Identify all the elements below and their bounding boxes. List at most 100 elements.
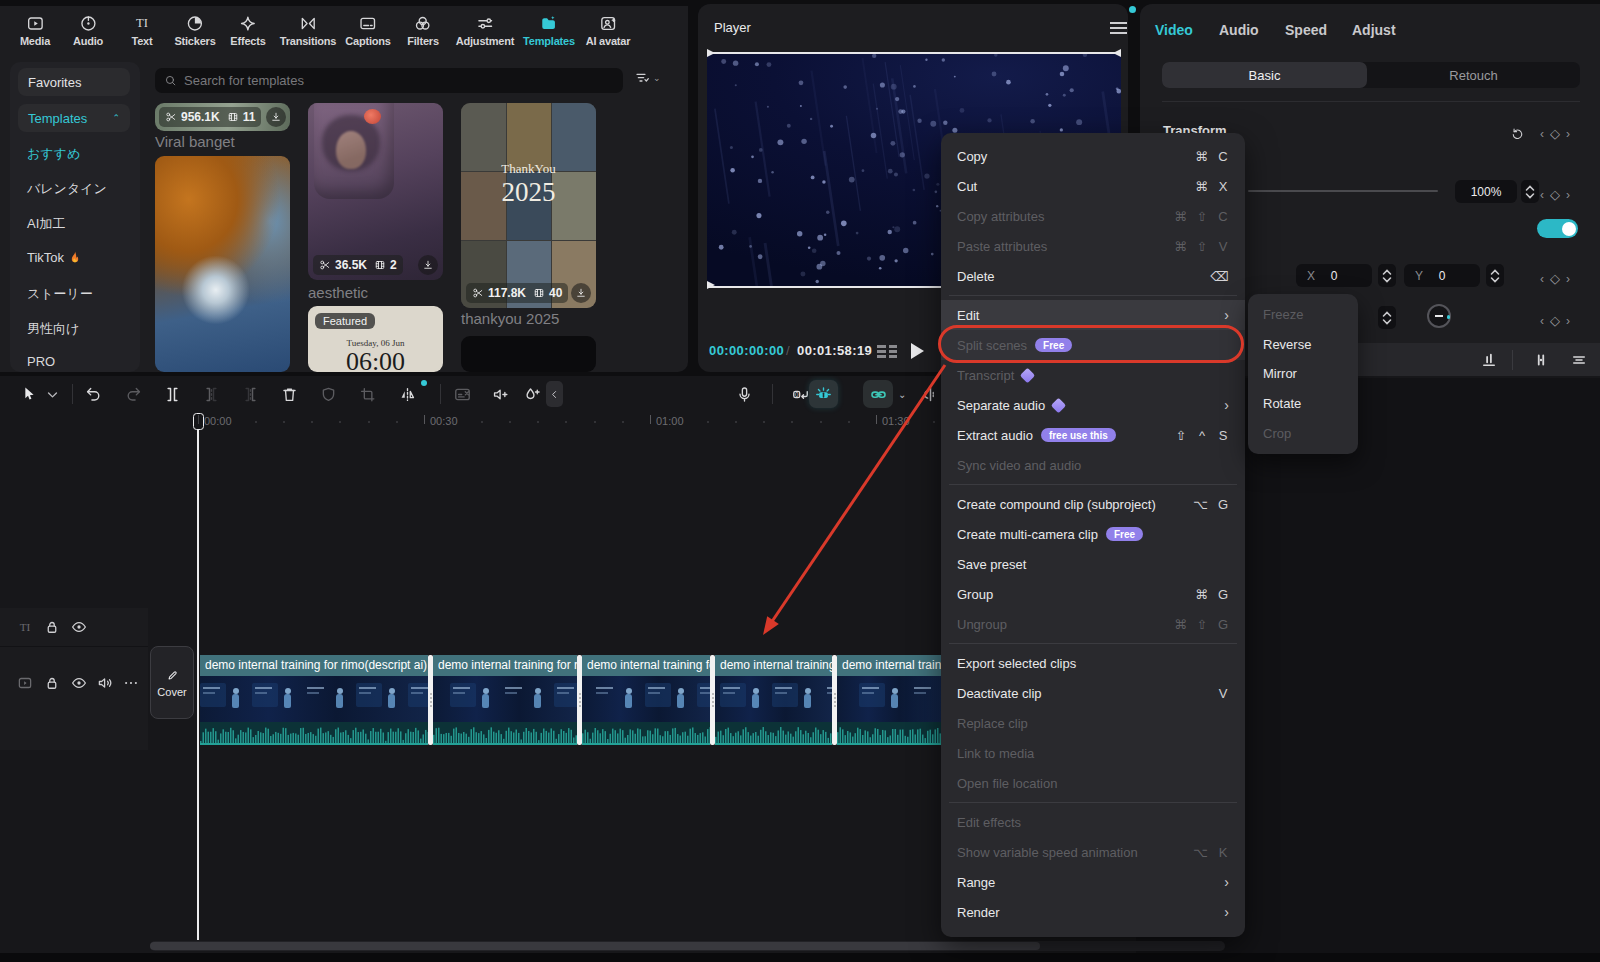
next-keyframe-icon[interactable]: › [1566,188,1570,202]
toolbar-item-effects[interactable]: Effects [230,14,265,47]
submenu-item-freeze[interactable]: Freeze [1248,300,1358,330]
stepper-control[interactable] [1378,306,1396,329]
filter-button[interactable]: ⌄ [634,70,661,86]
menu-item-edit-effects[interactable]: Edit effects [941,807,1245,837]
menu-item-replace-clip[interactable]: Replace clip [941,708,1245,738]
toolbar-item-stickers[interactable]: Stickers [174,14,215,47]
selection-handle[interactable] [707,49,715,57]
template-card-aesthetic[interactable]: 36.5K2 [308,103,443,280]
clip-settings-button[interactable] [917,381,943,407]
keyframe-nav[interactable]: ‹◇› [1540,313,1570,328]
toolbar-item-ai-avatar[interactable]: AI avatar [586,14,631,47]
menu-item-extract-audio[interactable]: Extract audiofree use this⇧^S [941,420,1245,450]
menu-item-cut[interactable]: Cut⌘X [941,171,1245,201]
template-card-viral-banget[interactable]: 956.1K11 [155,103,290,131]
collapse-toolbar-button[interactable] [546,381,563,407]
download-button[interactable] [418,255,438,275]
menu-item-save-preset[interactable]: Save preset [941,549,1245,579]
menu-item-open-file-location[interactable]: Open file location [941,768,1245,798]
prev-keyframe-icon[interactable]: ‹ [1540,272,1544,286]
submenu-item-rotate[interactable]: Rotate [1248,389,1358,419]
menu-item-group[interactable]: Group⌘G [941,579,1245,609]
next-keyframe-icon[interactable]: › [1566,127,1570,141]
video-track-visibility-icon[interactable] [70,674,88,692]
undo-button[interactable] [80,381,106,407]
auto-link-button[interactable] [863,380,893,408]
next-keyframe-icon[interactable]: › [1566,314,1570,328]
keyframe-diamond-icon[interactable]: ◇ [1550,187,1560,202]
menu-item-separate-audio[interactable]: Separate audio› [941,390,1245,420]
clip-trim-handle[interactable] [710,655,715,745]
menu-item-link-to-media[interactable]: Link to media [941,738,1245,768]
keyframe-diamond-icon[interactable]: ◇ [1550,313,1560,328]
keyframe-diamond-icon[interactable]: ◇ [1550,271,1560,286]
record-voiceover-button[interactable] [731,381,757,407]
stepper-up-icon[interactable] [1525,185,1535,192]
toolbar-item-text[interactable]: TIText [131,14,152,47]
mute-button[interactable] [315,381,341,407]
template-card-dark[interactable] [461,336,596,372]
redo-button[interactable] [120,381,146,407]
stepper-control[interactable] [1486,264,1504,287]
menu-item-range[interactable]: Range› [941,867,1245,897]
submenu-item-mirror[interactable]: Mirror [1248,359,1358,389]
menu-item-create-compound-clip-subproject-[interactable]: Create compound clip (subproject)⌥G [941,489,1245,519]
text-track-lock-icon[interactable] [43,618,61,636]
split-button[interactable] [159,381,185,407]
toolbar-item-adjustment[interactable]: Adjustment [456,14,515,47]
toolbar-item-audio[interactable]: Audio [73,14,103,47]
menu-item-render[interactable]: Render› [941,897,1245,927]
clip-trim-handle[interactable] [428,655,433,745]
stepper-up-icon[interactable] [1382,311,1392,318]
timeline-clip[interactable]: demo internal training for rimo(descript… [582,655,710,745]
keyframe-nav[interactable]: ‹◇› [1540,126,1570,141]
toolbar-item-transitions[interactable]: Transitions [280,14,336,47]
toolbar-item-media[interactable]: Media [20,14,50,47]
y-value-box[interactable]: Y0 [1404,264,1480,287]
sidebar-item-favorites[interactable]: Favorites [18,68,130,96]
playhead[interactable] [193,413,204,430]
selection-handle[interactable] [1113,49,1121,57]
add-audio-button[interactable] [487,381,513,407]
crop-button[interactable] [354,381,380,407]
menu-item-deactivate-clip[interactable]: Deactivate clipV [941,678,1245,708]
video-track-icon[interactable] [16,674,34,692]
tab-video[interactable]: Video [1155,22,1193,38]
timeline-clip[interactable]: demo internal training for rimo(descript… [837,655,941,745]
stepper-control[interactable] [1378,264,1396,287]
select-tool[interactable] [15,381,41,407]
rotation-knob[interactable] [1427,304,1451,328]
video-track-more-icon[interactable] [122,674,140,692]
split-keep-right-button[interactable] [237,381,263,407]
tab-speed[interactable]: Speed [1285,22,1327,38]
stepper-up-icon[interactable] [1490,269,1500,276]
menu-item-create-multi-camera-clip[interactable]: Create multi-camera clipFree [941,519,1245,549]
keyframe-nav[interactable]: ‹◇› [1540,271,1570,286]
stepper-control[interactable] [1521,180,1539,203]
x-value-box[interactable]: X0 [1296,264,1372,287]
submenu-item-crop[interactable]: Crop [1248,418,1358,448]
download-button[interactable] [266,107,286,127]
clip-trim-handle[interactable] [832,655,837,745]
submenu-item-reverse[interactable]: Reverse [1248,330,1358,360]
auto-captions-button[interactable] [449,381,475,407]
stepper-down-icon[interactable] [1382,318,1392,325]
align-bottom-icon[interactable] [1480,351,1498,369]
download-button[interactable] [571,283,591,303]
mirror-button[interactable] [394,381,420,407]
stepper-down-icon[interactable] [1490,276,1500,283]
prev-keyframe-icon[interactable]: ‹ [1540,188,1544,202]
prev-keyframe-icon[interactable]: ‹ [1540,127,1544,141]
magnetic-timeline-button[interactable] [809,380,838,408]
select-tool-chevron[interactable] [39,381,65,407]
toolbar-item-captions[interactable]: Captions [345,14,390,47]
text-track-icon[interactable]: TI [16,618,34,636]
menu-item-transcript[interactable]: Transcript [941,360,1245,390]
template-card-featured[interactable]: FeaturedTuesday, 06 Jun06:00 [308,306,443,372]
tab-audio[interactable]: Audio [1219,22,1259,38]
stepper-up-icon[interactable] [1382,269,1392,276]
selection-handle[interactable] [707,281,715,289]
play-button[interactable] [911,343,924,359]
stepper-down-icon[interactable] [1525,192,1535,199]
split-keep-left-button[interactable] [198,381,224,407]
